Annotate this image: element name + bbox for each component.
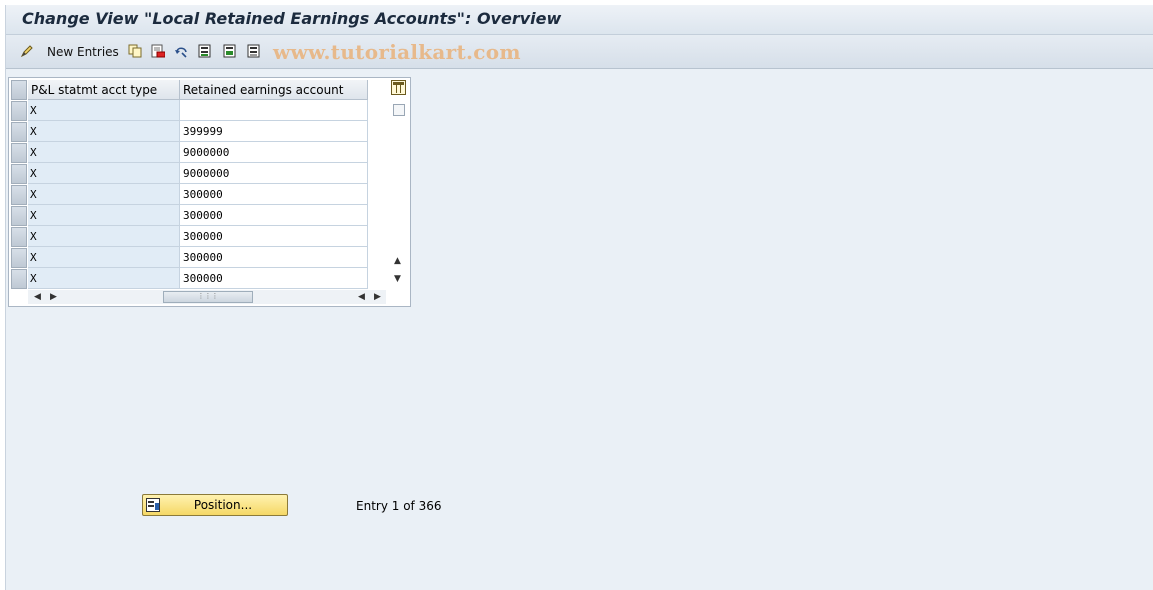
table-cell-pl-type: X	[28, 247, 180, 268]
title-bar: Change View "Local Retained Earnings Acc…	[6, 5, 1153, 35]
column-header-pl-type[interactable]: P&L statmt acct type	[28, 80, 180, 100]
row-selector[interactable]	[11, 164, 27, 184]
table-cell-account-input[interactable]: 300000	[180, 247, 368, 268]
row-selector[interactable]	[11, 122, 27, 142]
table-cell-pl-type: X	[28, 226, 180, 247]
deselect-all-icon[interactable]	[247, 44, 261, 58]
table-cell-account-input[interactable]: 300000	[180, 226, 368, 247]
table-cell-account-input[interactable]	[180, 100, 368, 121]
application-toolbar: New Entries www.tutorialkart.com	[6, 35, 1153, 69]
vertical-scroll-thumb[interactable]	[393, 104, 405, 116]
select-block-icon[interactable]	[223, 44, 237, 58]
table-cell-pl-type: X	[28, 121, 180, 142]
page-title: Change View "Local Retained Earnings Acc…	[22, 9, 562, 28]
table-cell-pl-type: X	[28, 163, 180, 184]
table-cell-pl-type: X	[28, 184, 180, 205]
select-all-icon[interactable]	[198, 44, 212, 58]
row-selector[interactable]	[11, 248, 27, 268]
scroll-down-arrow-icon[interactable]: ▼	[394, 274, 401, 284]
vertical-scrollbar[interactable]: ▲ ▼	[390, 102, 407, 288]
table-cell-account-input[interactable]: 300000	[180, 268, 368, 289]
table-cell-account-input[interactable]: 9000000	[180, 142, 368, 163]
row-selector[interactable]	[11, 206, 27, 226]
scroll-up-arrow-icon[interactable]: ▲	[394, 256, 401, 266]
table-cell-pl-type: X	[28, 100, 180, 121]
table-cell-pl-type: X	[28, 268, 180, 289]
entry-counter: Entry 1 of 366	[356, 499, 442, 513]
select-all-rows-button[interactable]	[11, 80, 27, 100]
scroll-right-arrow-icon[interactable]: ▶	[374, 292, 381, 302]
undo-icon[interactable]	[174, 44, 188, 58]
horizontal-scrollbar[interactable]: ◀ ▶ ⋮⋮⋮ ◀ ▶	[28, 290, 386, 304]
table-settings-icon[interactable]	[391, 80, 406, 95]
display-change-icon[interactable]	[20, 44, 34, 58]
position-button[interactable]: Position...	[142, 494, 288, 516]
table-cell-account-input[interactable]: 399999	[180, 121, 368, 142]
new-entries-button[interactable]: New Entries	[47, 45, 119, 59]
table-cell-account-input[interactable]: 300000	[180, 205, 368, 226]
table-cell-pl-type: X	[28, 205, 180, 226]
row-selector[interactable]	[11, 143, 27, 163]
scroll-left-arrow-icon[interactable]: ◀	[34, 292, 41, 302]
table-cell-account-input[interactable]: 300000	[180, 184, 368, 205]
column-header-retained-account[interactable]: Retained earnings account	[180, 80, 368, 100]
scroll-right-arrow-icon[interactable]: ▶	[50, 292, 57, 302]
copy-icon[interactable]	[128, 44, 142, 58]
table-cell-pl-type: X	[28, 142, 180, 163]
horizontal-scroll-thumb[interactable]: ⋮⋮⋮	[163, 291, 253, 303]
main-window: Change View "Local Retained Earnings Acc…	[5, 5, 1153, 590]
row-selector[interactable]	[11, 269, 27, 289]
row-selector[interactable]	[11, 101, 27, 121]
row-selector[interactable]	[11, 185, 27, 205]
scroll-left-arrow-icon[interactable]: ◀	[358, 292, 365, 302]
table-control: P&L statmt acct type Retained earnings a…	[8, 77, 411, 307]
delete-icon[interactable]	[151, 44, 165, 58]
row-selector[interactable]	[11, 227, 27, 247]
watermark-text: www.tutorialkart.com	[273, 40, 521, 64]
table-cell-account-input[interactable]: 9000000	[180, 163, 368, 184]
position-button-label: Position...	[193, 498, 253, 512]
